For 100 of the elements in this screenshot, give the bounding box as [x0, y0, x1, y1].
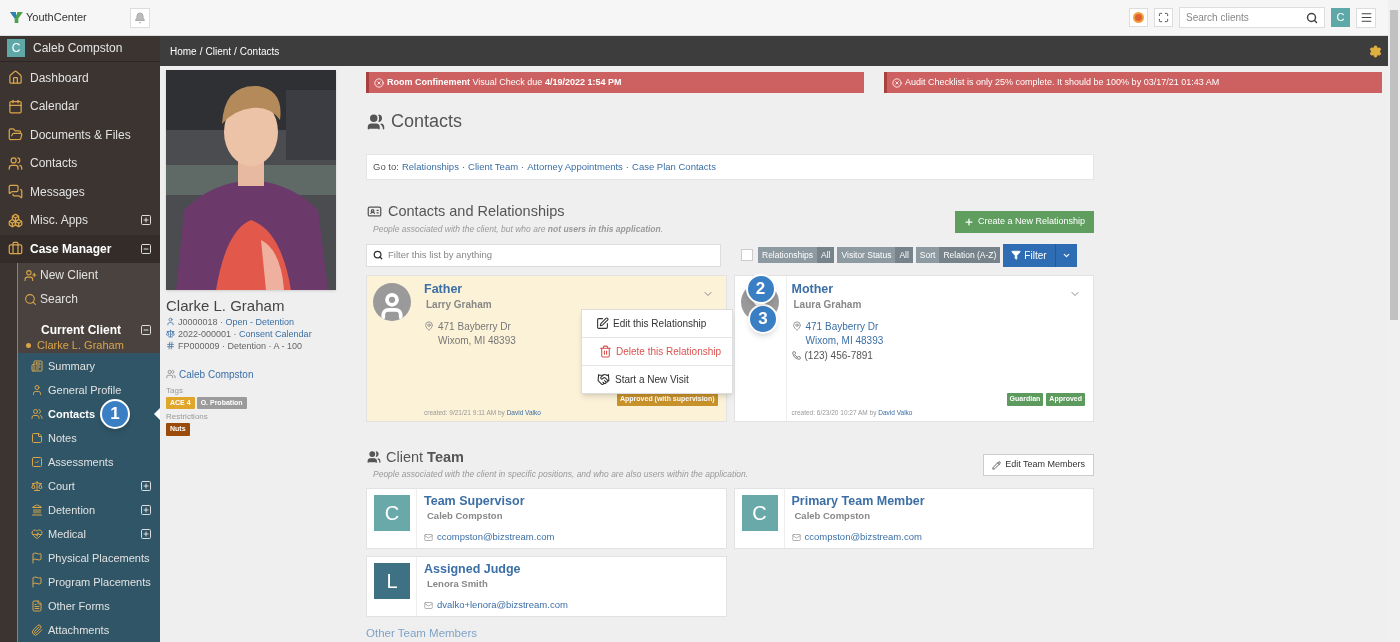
step-marker: 1: [100, 399, 130, 429]
breadcrumb-link[interactable]: Contacts: [239, 43, 280, 59]
link-separator: ·: [625, 159, 630, 174]
fullscreen-icon: [1158, 12, 1169, 23]
nav-icon: [31, 552, 43, 564]
member-name: Lenora Smith: [427, 577, 489, 591]
sidebar-item[interactable]: Calendar: [0, 92, 160, 121]
nav-icon: [8, 98, 23, 114]
close-circle-icon[interactable]: [374, 77, 384, 88]
relation-title[interactable]: Mother: [791, 281, 1085, 297]
breadcrumb-link[interactable]: Client: [205, 43, 232, 59]
search-input[interactable]: Search clients: [1186, 10, 1306, 25]
select-all-checkbox[interactable]: [741, 249, 753, 261]
expand-icon[interactable]: [140, 214, 152, 227]
client-menu-item[interactable]: General Profile: [18, 378, 160, 402]
nav-icon: [8, 212, 23, 228]
client-menu-item[interactable]: Summary: [18, 354, 160, 378]
relation-title[interactable]: Father: [424, 281, 718, 297]
filter-input[interactable]: Filter this list by anything: [388, 247, 714, 263]
nav-icon: [31, 432, 43, 444]
info-link[interactable]: Open - Detention: [225, 316, 295, 327]
info-link[interactable]: Consent Calendar: [239, 328, 312, 339]
edit-team-button[interactable]: Edit Team Members: [983, 454, 1094, 476]
member-role[interactable]: Team Supervisor: [424, 494, 555, 509]
menu-button[interactable]: [1356, 7, 1376, 28]
status-button[interactable]: [1129, 8, 1148, 27]
sidebar-item[interactable]: Documents & Files: [0, 120, 160, 149]
sidebar-item[interactable]: New Client: [18, 263, 160, 287]
sidebar-item[interactable]: Contacts: [0, 149, 160, 178]
search-icon: [1306, 11, 1318, 24]
user-name[interactable]: Caleb Compston: [33, 39, 123, 58]
client-menu-item[interactable]: Attachments: [18, 618, 160, 642]
sidebar-item[interactable]: Misc. Apps: [0, 206, 160, 235]
goto-link[interactable]: Relationships: [401, 159, 459, 175]
client-menu-item[interactable]: Physical Placements: [18, 546, 160, 570]
nav-icon: [31, 384, 43, 396]
nav-icon: [31, 480, 43, 492]
sidebar-item[interactable]: Messages: [0, 177, 160, 206]
email-link[interactable]: dvalko+lenora@bizstream.com: [437, 598, 568, 613]
nav-icon: [31, 408, 43, 420]
client-menu-item[interactable]: Notes: [18, 426, 160, 450]
client-menu-item[interactable]: Court: [18, 474, 160, 498]
expand-icon[interactable]: [140, 528, 152, 540]
search-icon: [373, 250, 383, 260]
collapse-icon[interactable]: [140, 324, 152, 336]
menu-item[interactable]: Edit this Relationship: [582, 309, 732, 337]
goto-link[interactable]: Attorney Appointments: [527, 159, 623, 175]
filter-button[interactable]: Filter: [1003, 243, 1077, 267]
worker-link[interactable]: Caleb Compston: [179, 366, 254, 382]
phone-icon: [791, 350, 801, 360]
settings-icon[interactable]: [1369, 44, 1382, 58]
goto-link[interactable]: Case Plan Contacts: [632, 159, 716, 175]
client-menu-item[interactable]: Other Forms: [18, 594, 160, 618]
sidebar-item[interactable]: Dashboard: [0, 63, 160, 92]
filter-chip[interactable]: Visitor Status All: [837, 247, 913, 263]
sidebar-item[interactable]: Search: [18, 287, 160, 311]
logo-icon: [10, 12, 23, 23]
link-separator: ·: [461, 159, 466, 174]
current-client-name[interactable]: Clarke L. Graham: [37, 336, 124, 354]
info-icon: [166, 317, 175, 327]
app-name[interactable]: YouthCenter: [26, 9, 87, 26]
expand-icon[interactable]: [140, 504, 152, 516]
goto-link[interactable]: Client Team: [468, 159, 519, 175]
info-icon: [166, 341, 175, 351]
email-link[interactable]: ccompston@bizstream.com: [437, 530, 555, 545]
address-link[interactable]: 471 Bayberry Dr: [805, 319, 884, 334]
client-menu-item[interactable]: Medical: [18, 522, 160, 546]
member-role[interactable]: Assigned Judge: [424, 562, 568, 577]
info-icon: [166, 329, 175, 339]
location-icon: [424, 320, 434, 331]
close-circle-icon[interactable]: [892, 77, 902, 88]
client-menu-item[interactable]: Assessments: [18, 450, 160, 474]
bullet-icon: [26, 342, 31, 348]
menu-item[interactable]: Delete this Relationship: [582, 337, 732, 365]
section-title: Client Team: [386, 447, 464, 467]
filter-field[interactable]: Filter this list by anything: [366, 243, 721, 267]
breadcrumb-link[interactable]: Home: [170, 43, 197, 59]
filter-chip[interactable]: Sort Relation (A-Z): [915, 247, 1001, 263]
page-title: Contacts: [391, 110, 463, 133]
menu-item[interactable]: Start a New Visit: [582, 365, 732, 393]
section-subtitle: People associated with the client in specific positions, and who are also users within the application.: [373, 468, 749, 481]
filter-chip[interactable]: Relationships All: [758, 247, 835, 263]
member-role[interactable]: Primary Team Member: [791, 494, 925, 509]
phone-number: (123) 456-7891: [804, 348, 873, 363]
collapse-icon[interactable]: [140, 242, 152, 255]
client-menu-item[interactable]: Contacts 1: [18, 402, 160, 426]
email-link[interactable]: ccompston@bizstream.com: [804, 530, 922, 545]
fullscreen-button[interactable]: [1154, 8, 1173, 27]
team-icon: [366, 450, 382, 465]
sidebar-item[interactable]: Case Manager: [0, 234, 160, 263]
nav-icon: [31, 360, 43, 372]
address-line: 471 Bayberry Dr: [438, 319, 512, 334]
client-menu-item[interactable]: Detention: [18, 498, 160, 522]
expand-icon[interactable]: [140, 480, 152, 492]
pencil-icon: [992, 460, 1002, 470]
sidebar-item[interactable]: Current Client: [18, 311, 160, 339]
client-info-line: J0000018 · Open - Detention: [178, 315, 295, 328]
client-menu-item[interactable]: Program Placements: [18, 570, 160, 594]
search-field[interactable]: Search clients: [1179, 7, 1325, 28]
address-link[interactable]: Wixom, MI 48393: [805, 333, 884, 348]
